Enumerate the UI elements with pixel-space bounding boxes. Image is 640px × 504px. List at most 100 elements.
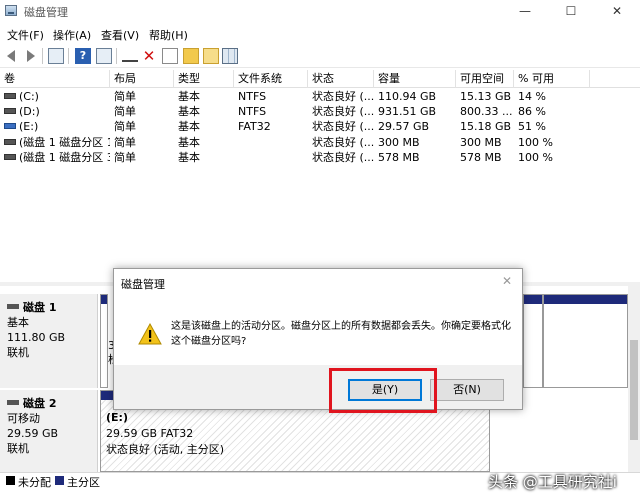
table-row[interactable]: (磁盘 1 磁盘分区 1) 简单 基本 状态良好 (... 300 MB 300… — [0, 135, 640, 150]
volume-status: 状态良好 (... — [312, 136, 374, 149]
open-folder-icon[interactable] — [203, 48, 219, 64]
partition-size: 29.59 GB FAT32 — [106, 427, 194, 440]
table-row[interactable]: (E:) 简单 基本 FAT32 状态良好 (... 29.57 GB 15.1… — [0, 119, 640, 134]
no-button[interactable]: 否(N) — [430, 379, 504, 401]
column-percent-free[interactable]: % 可用 — [514, 70, 590, 88]
table-row[interactable]: (磁盘 1 磁盘分区 3) 简单 基本 状态良好 (... 578 MB 578… — [0, 150, 640, 165]
vertical-scrollbar[interactable] — [628, 286, 640, 472]
volume-percent-free: 100 % — [518, 136, 553, 149]
disk-type: 可移动 — [7, 412, 40, 425]
volume-icon — [4, 108, 16, 114]
volume-capacity: 110.94 GB — [378, 90, 437, 103]
folder-icon[interactable] — [183, 48, 199, 64]
menu-action[interactable]: 操作(A) — [53, 27, 91, 43]
disk-size: 29.59 GB — [7, 427, 59, 440]
column-capacity[interactable]: 容量 — [374, 70, 456, 88]
window-title: 磁盘管理 — [24, 6, 68, 19]
volume-name: (D:) — [19, 105, 40, 118]
toolbar-separator — [116, 48, 117, 64]
column-type[interactable]: 类型 — [174, 70, 234, 88]
partition-name: (E:) — [106, 411, 128, 424]
menu-file[interactable]: 文件(F) — [7, 27, 44, 43]
disk-1-partition[interactable]: 3松 — [100, 294, 119, 388]
maximize-button[interactable]: ☐ — [548, 0, 594, 22]
removable-volume-icon — [4, 123, 16, 129]
close-button[interactable]: ✕ — [594, 0, 640, 22]
scrollbar-thumb[interactable] — [630, 340, 638, 440]
table-row[interactable]: (D:) 简单 基本 NTFS 状态良好 (... 931.51 GB 800.… — [0, 104, 640, 119]
column-volume[interactable]: 卷 — [0, 70, 110, 88]
check-icon[interactable] — [162, 48, 178, 64]
volume-free-space: 15.13 GB — [460, 90, 512, 103]
column-free-space[interactable]: 可用空间 — [456, 70, 514, 88]
volume-icon — [4, 139, 16, 145]
menu-bar: 文件(F) 操作(A) 查看(V) 帮助(H) — [0, 24, 640, 44]
volume-free-space: 15.18 GB — [460, 120, 512, 133]
disk-1-partition-end[interactable] — [543, 294, 628, 388]
toolbar: ? ✕ — [0, 44, 640, 68]
view-icon[interactable] — [222, 48, 238, 64]
dialog-close-button[interactable]: ✕ — [502, 274, 512, 288]
volume-percent-free: 14 % — [518, 90, 546, 103]
volume-name: (磁盘 1 磁盘分区 1) — [19, 136, 110, 149]
volume-layout: 简单 — [114, 105, 136, 118]
connect-icon[interactable] — [122, 52, 138, 62]
dialog-body: 这是该磁盘上的活动分区。磁盘分区上的所有数据都会丢失。你确定要格式化这个磁盘分区… — [114, 297, 522, 365]
properties-pane-icon[interactable] — [96, 48, 112, 64]
volume-list-header: 卷 布局 类型 文件系统 状态 容量 可用空间 % 可用 — [0, 70, 640, 88]
disk-1-label[interactable]: 磁盘 1 基本 111.80 GB 联机 — [0, 294, 98, 388]
disk-1-partition-right[interactable] — [523, 294, 543, 388]
title-bar: 磁盘管理 — ☐ ✕ — [0, 0, 640, 22]
column-filesystem[interactable]: 文件系统 — [234, 70, 308, 88]
help-icon[interactable]: ? — [75, 48, 91, 64]
volume-filesystem: FAT32 — [238, 120, 271, 133]
volume-name: (磁盘 1 磁盘分区 3) — [19, 151, 110, 164]
column-layout[interactable]: 布局 — [110, 70, 174, 88]
volume-percent-free: 86 % — [518, 105, 546, 118]
forward-icon[interactable] — [22, 48, 38, 64]
volume-status: 状态良好 (... — [312, 151, 374, 164]
volume-status: 状态良好 (... — [312, 90, 374, 103]
dialog-message: 这是该磁盘上的活动分区。磁盘分区上的所有数据都会丢失。你确定要格式化这个磁盘分区… — [171, 321, 511, 347]
disk-icon — [7, 400, 19, 405]
legend-primary-partition: 主分区 — [67, 476, 100, 489]
back-icon[interactable] — [4, 48, 20, 64]
menu-help[interactable]: 帮助(H) — [149, 27, 188, 43]
volume-status: 状态良好 (... — [312, 120, 374, 133]
disk-status: 联机 — [7, 346, 29, 359]
legend-unallocated: 未分配 — [18, 476, 51, 489]
volume-status: 状态良好 (... — [312, 105, 374, 118]
dialog-title-bar: 磁盘管理 ✕ — [114, 269, 522, 297]
volume-filesystem — [234, 135, 308, 150]
toolbar-separator — [42, 48, 43, 64]
highlight-annotation — [329, 368, 437, 413]
volume-percent-free: 100 % — [518, 151, 553, 164]
properties-icon[interactable] — [48, 48, 64, 64]
volume-capacity: 300 MB — [378, 136, 420, 149]
volume-free-space: 300 MB — [460, 136, 502, 149]
column-status[interactable]: 状态 — [308, 70, 374, 88]
disk-size: 111.80 GB — [7, 331, 66, 344]
unallocated-swatch — [6, 476, 15, 485]
volume-name: (C:) — [19, 90, 39, 103]
delete-icon[interactable]: ✕ — [141, 48, 157, 64]
volume-percent-free: 51 % — [518, 120, 546, 133]
disk-management-window: 磁盘管理 — ☐ ✕ 文件(F) 操作(A) 查看(V) 帮助(H) ? ✕ 卷… — [0, 0, 640, 504]
disk-2-label[interactable]: 磁盘 2 可移动 29.59 GB 联机 — [0, 390, 98, 472]
disk-icon — [7, 304, 19, 309]
volume-icon — [4, 93, 16, 99]
volume-free-space: 800.33 ... — [460, 105, 513, 118]
minimize-button[interactable]: — — [502, 0, 548, 22]
volume-type: 基本 — [178, 136, 200, 149]
volume-layout: 简单 — [114, 151, 136, 164]
volume-capacity: 29.57 GB — [378, 120, 430, 133]
volume-capacity: 931.51 GB — [378, 105, 437, 118]
table-row[interactable]: (C:) 简单 基本 NTFS 状态良好 (... 110.94 GB 15.1… — [0, 89, 640, 104]
primary-partition-swatch — [55, 476, 64, 485]
menu-view[interactable]: 查看(V) — [101, 27, 139, 43]
volume-type: 基本 — [178, 151, 200, 164]
partition-status: 状态良好 (活动, 主分区) — [106, 443, 225, 456]
confirm-format-dialog: 磁盘管理 ✕ 这是该磁盘上的活动分区。磁盘分区上的所有数据都会丢失。你确定要格式… — [113, 268, 523, 410]
watermark: 头条 @工具研究社i — [488, 473, 617, 491]
volume-capacity: 578 MB — [378, 151, 420, 164]
